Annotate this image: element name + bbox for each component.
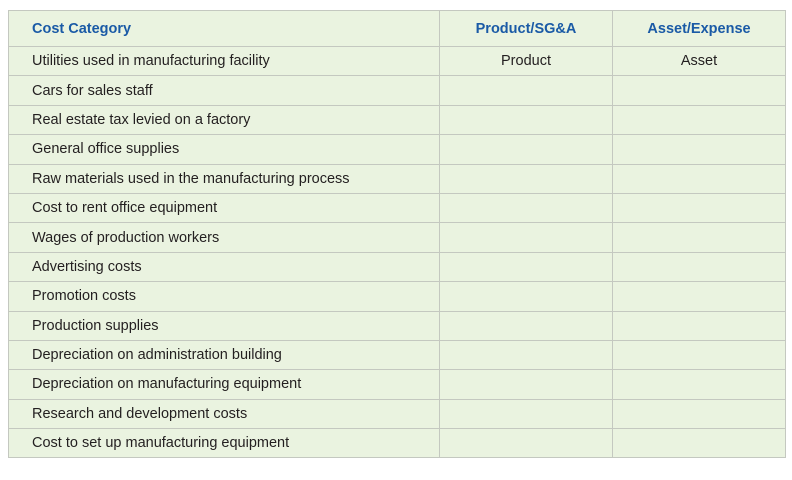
product-sga-cell[interactable] bbox=[439, 251, 613, 283]
product-sga-cell[interactable] bbox=[439, 104, 613, 136]
product-sga-cell[interactable] bbox=[439, 134, 613, 165]
table-row: Depreciation on manufacturing equipment bbox=[8, 369, 786, 400]
asset-expense-cell[interactable] bbox=[612, 428, 786, 459]
product-sga-cell[interactable] bbox=[439, 369, 613, 400]
asset-expense-cell[interactable] bbox=[612, 134, 786, 165]
product-sga-cell[interactable]: Product bbox=[439, 45, 613, 77]
product-sga-cell[interactable] bbox=[439, 428, 613, 459]
cost-category-cell: Production supplies bbox=[8, 310, 440, 341]
product-sga-cell[interactable] bbox=[439, 310, 613, 341]
cost-category-cell: General office supplies bbox=[8, 134, 440, 165]
header-product-sga: Product/SG&A bbox=[439, 10, 613, 47]
cost-category-cell: Depreciation on manufacturing equipment bbox=[8, 369, 440, 400]
asset-expense-cell[interactable] bbox=[612, 75, 786, 106]
table-row: Cars for sales staff bbox=[8, 75, 786, 106]
table-row: Advertising costs bbox=[8, 251, 786, 283]
asset-expense-cell[interactable] bbox=[612, 104, 786, 136]
cost-category-cell: Real estate tax levied on a factory bbox=[8, 104, 440, 136]
cost-category-cell: Promotion costs bbox=[8, 281, 440, 312]
asset-expense-cell[interactable] bbox=[612, 398, 786, 430]
table-row: Depreciation on administration building bbox=[8, 339, 786, 371]
asset-expense-cell[interactable] bbox=[612, 281, 786, 312]
table-row: Utilities used in manufacturing facility… bbox=[8, 45, 786, 77]
table-row: Real estate tax levied on a factory bbox=[8, 104, 786, 136]
cost-category-cell: Utilities used in manufacturing facility bbox=[8, 45, 440, 77]
cost-category-cell: Cost to set up manufacturing equipment bbox=[8, 428, 440, 459]
asset-expense-cell[interactable] bbox=[612, 251, 786, 283]
table-row: Production supplies bbox=[8, 310, 786, 341]
asset-expense-cell[interactable] bbox=[612, 369, 786, 400]
cost-category-cell: Cars for sales staff bbox=[8, 75, 440, 106]
asset-expense-cell[interactable] bbox=[612, 339, 786, 371]
asset-expense-cell[interactable] bbox=[612, 192, 786, 224]
asset-expense-cell[interactable] bbox=[612, 163, 786, 194]
cost-category-cell: Wages of production workers bbox=[8, 222, 440, 253]
cost-category-cell: Advertising costs bbox=[8, 251, 440, 283]
product-sga-cell[interactable] bbox=[439, 75, 613, 106]
table-row: Promotion costs bbox=[8, 281, 786, 312]
table-row: Cost to set up manufacturing equipment bbox=[8, 428, 786, 459]
table-row: General office supplies bbox=[8, 134, 786, 165]
table-row: Cost to rent office equipment bbox=[8, 192, 786, 224]
cost-category-cell: Research and development costs bbox=[8, 398, 440, 430]
table-row: Raw materials used in the manufacturing … bbox=[8, 163, 786, 194]
cost-category-cell: Depreciation on administration building bbox=[8, 339, 440, 371]
header-asset-expense: Asset/Expense bbox=[612, 10, 786, 47]
header-cost-category: Cost Category bbox=[8, 10, 440, 47]
table-header-row: Cost Category Product/SG&A Asset/Expense bbox=[8, 10, 786, 47]
asset-expense-cell[interactable]: Asset bbox=[612, 45, 786, 77]
cost-category-cell: Cost to rent office equipment bbox=[8, 192, 440, 224]
table-row: Wages of production workers bbox=[8, 222, 786, 253]
product-sga-cell[interactable] bbox=[439, 163, 613, 194]
asset-expense-cell[interactable] bbox=[612, 310, 786, 341]
cost-classification-table-container: Cost Category Product/SG&A Asset/Expense… bbox=[8, 10, 786, 459]
table-body: Utilities used in manufacturing facility… bbox=[8, 45, 786, 459]
product-sga-cell[interactable] bbox=[439, 281, 613, 312]
cost-classification-table: Cost Category Product/SG&A Asset/Expense… bbox=[8, 10, 786, 459]
product-sga-cell[interactable] bbox=[439, 222, 613, 253]
cost-category-cell: Raw materials used in the manufacturing … bbox=[8, 163, 440, 194]
asset-expense-cell[interactable] bbox=[612, 222, 786, 253]
table-row: Research and development costs bbox=[8, 398, 786, 430]
product-sga-cell[interactable] bbox=[439, 398, 613, 430]
product-sga-cell[interactable] bbox=[439, 192, 613, 224]
product-sga-cell[interactable] bbox=[439, 339, 613, 371]
